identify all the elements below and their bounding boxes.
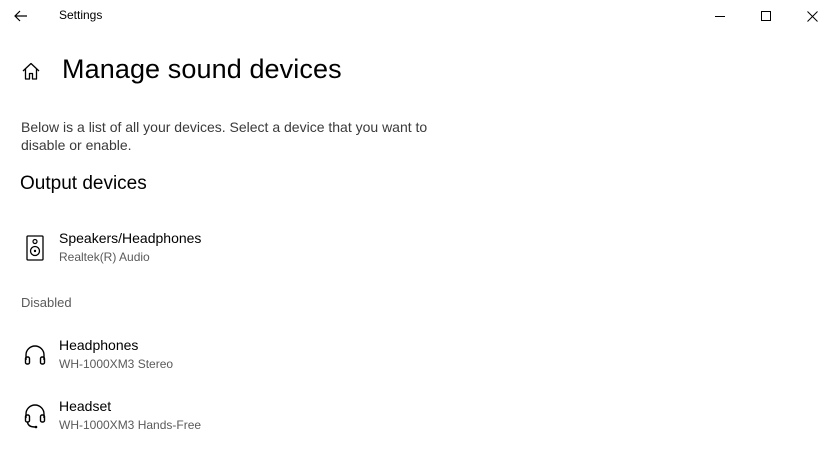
maximize-button[interactable] <box>743 0 789 32</box>
device-subtitle: WH-1000XM3 Stereo <box>59 357 174 371</box>
device-name: Headset <box>59 398 112 414</box>
page-description: Below is a list of all your devices. Sel… <box>21 119 428 153</box>
device-headset[interactable]: Headset WH-1000XM3 Hands-Free <box>14 398 274 446</box>
device-headphones[interactable]: Headphones WH-1000XM3 Stereo <box>14 337 274 385</box>
device-subtitle: Realtek(R) Audio <box>59 250 150 264</box>
back-button[interactable] <box>0 0 42 32</box>
title-bar: Settings <box>0 0 830 32</box>
app-title: Settings <box>59 8 103 22</box>
headphones-icon <box>22 341 48 369</box>
home-icon <box>21 61 41 81</box>
headset-icon <box>22 402 48 430</box>
maximize-icon <box>761 11 771 21</box>
settings-window: Settings Manage sound devices Below is a… <box>0 0 830 468</box>
close-icon <box>806 10 818 22</box>
home-button[interactable] <box>18 58 44 84</box>
disabled-label: Disabled <box>21 295 72 310</box>
back-arrow-icon <box>14 10 28 22</box>
device-speakers-headphones[interactable]: Speakers/Headphones Realtek(R) Audio <box>14 230 274 278</box>
minimize-icon <box>715 11 725 21</box>
device-subtitle: WH-1000XM3 Hands-Free <box>59 418 202 432</box>
output-devices-heading: Output devices <box>20 173 147 194</box>
minimize-button[interactable] <box>697 0 743 32</box>
device-name: Speakers/Headphones <box>59 230 202 246</box>
close-button[interactable] <box>789 0 830 32</box>
device-name: Headphones <box>59 337 139 353</box>
page-title: Manage sound devices <box>62 54 342 84</box>
speaker-icon <box>22 234 48 262</box>
